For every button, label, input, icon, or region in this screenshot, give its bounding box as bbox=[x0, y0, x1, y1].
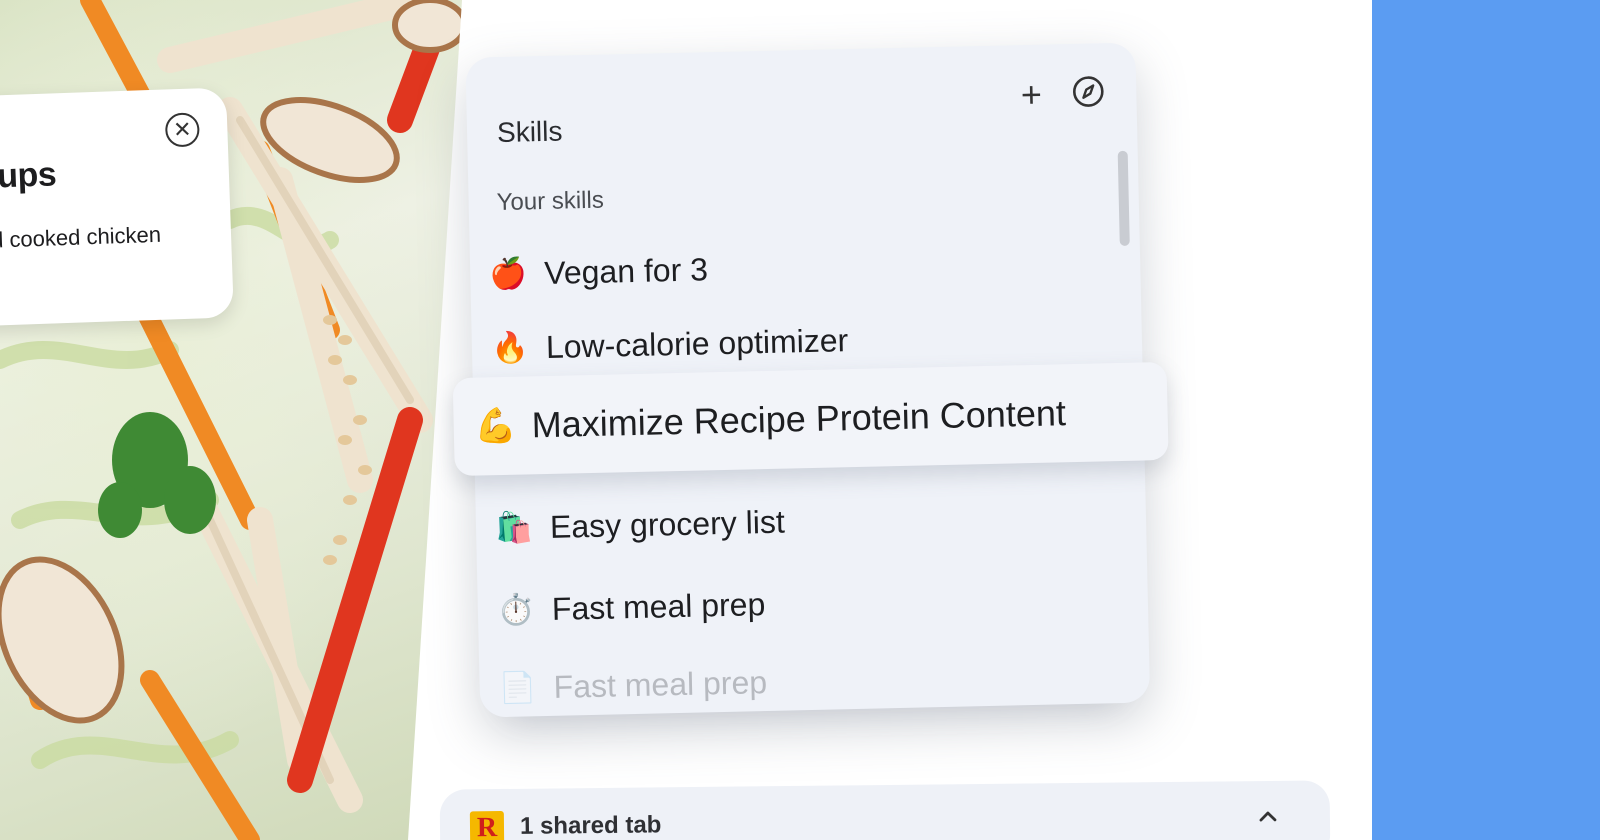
skill-label: Easy grocery list bbox=[549, 503, 786, 545]
apple-icon: 🍎 bbox=[489, 256, 528, 291]
skill-item-grocery-list[interactable]: 🛍️ Easy grocery list bbox=[493, 479, 1114, 563]
recipe-card: cups d cooked chicken ✕ bbox=[0, 87, 234, 327]
fire-icon: 🔥 bbox=[490, 330, 530, 365]
skill-label: Maximize Recipe Protein Content bbox=[531, 392, 1067, 446]
plus-icon[interactable]: + bbox=[1011, 74, 1052, 115]
site-favicon-icon: R bbox=[469, 810, 505, 840]
app-stage: cups d cooked chicken ✕ Skills + Your sk… bbox=[0, 0, 1600, 840]
shared-tabs-bar[interactable]: R 1 shared tab bbox=[439, 780, 1331, 840]
skill-item-fast-meal-prep[interactable]: ⏱️ Fast meal prep bbox=[495, 561, 1116, 645]
skill-item-vegan[interactable]: 🍎 Vegan for 3 bbox=[487, 225, 1108, 309]
flexed-biceps-icon: 💪 bbox=[474, 406, 518, 446]
compass-icon[interactable] bbox=[1068, 71, 1109, 112]
skill-label: Fast meal prep bbox=[551, 585, 766, 627]
skill-item-protein-dragging[interactable]: 💪 Maximize Recipe Protein Content bbox=[452, 361, 1169, 477]
side-panel-accent bbox=[1372, 0, 1600, 840]
stopwatch-icon: ⏱️ bbox=[496, 592, 535, 627]
skill-item-fast-meal-prep-ghost: 📄 Fast meal prep bbox=[497, 639, 1118, 723]
scrollbar[interactable] bbox=[1117, 150, 1130, 246]
chevron-up-icon[interactable] bbox=[1250, 799, 1286, 835]
document-icon: 📄 bbox=[498, 670, 537, 705]
skills-dropdown: Skills + Your skills 🍎 Vegan for 3 🔥 Low… bbox=[447, 42, 1172, 738]
recipe-title: cups bbox=[0, 155, 57, 197]
skill-label: Vegan for 3 bbox=[543, 250, 709, 291]
close-circle-icon[interactable]: ✕ bbox=[164, 112, 200, 148]
section-label-your-skills: Your skills bbox=[496, 186, 605, 217]
shopping-bags-icon: 🛍️ bbox=[494, 510, 534, 545]
shared-tabs-label: 1 shared tab bbox=[519, 811, 662, 840]
recipe-ingredient: d cooked chicken bbox=[0, 221, 162, 253]
skill-label: Fast meal prep bbox=[553, 663, 768, 705]
skill-label: Low-calorie optimizer bbox=[545, 321, 849, 365]
skills-title: Skills bbox=[496, 115, 563, 149]
